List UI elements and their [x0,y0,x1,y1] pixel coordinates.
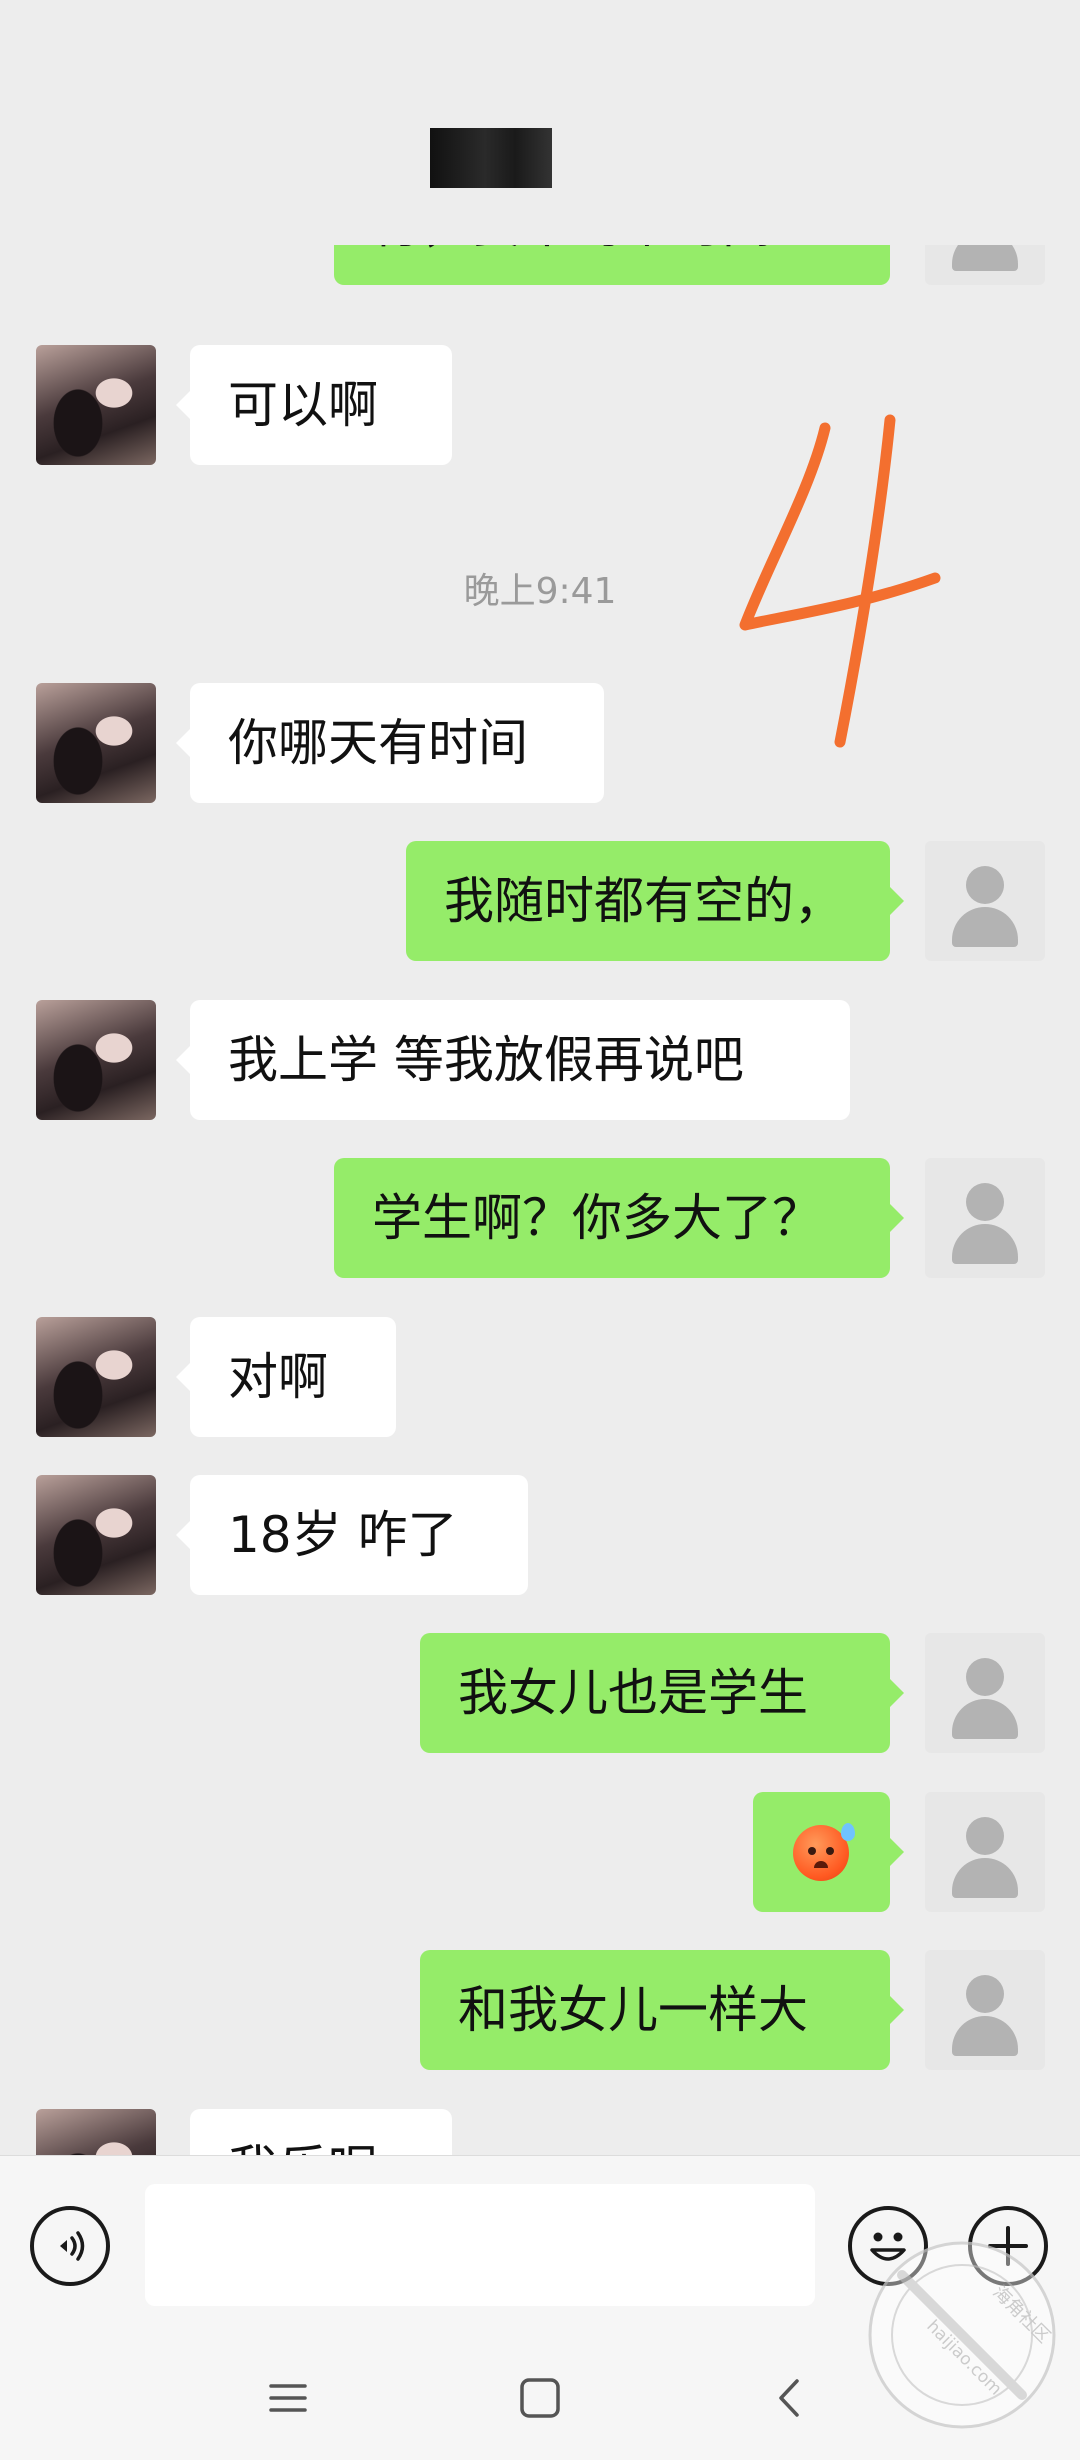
message-row-out: 和我女儿一样大 [0,1950,1080,2070]
message-row-in: 我上学 等我放假再说吧 [0,1000,1080,1120]
message-text: 我随时都有空的， [444,872,844,930]
message-row-in: 对啊 [0,1317,1080,1437]
contact-name-redacted [430,128,552,188]
handwritten-number-annotation [739,414,941,748]
message-bubble-out[interactable]: 行，要不约个时间？ [334,245,890,285]
message-row-in: 18岁 咋了 [0,1475,1080,1595]
watermark-logo: 海角社区 haijiao.com [868,2241,1056,2429]
my-avatar[interactable] [925,1792,1045,1912]
contact-avatar[interactable] [36,1317,156,1437]
message-text: 对啊 [228,1348,328,1406]
message-bubble-out[interactable]: 我女儿也是学生 [420,1633,904,1753]
message-text: 和我女儿一样大 [458,1981,808,2039]
message-text: 18岁 咋了 [228,1506,458,1564]
message-row-out: 学生啊？你多大了？ [0,1158,1080,1278]
menu-icon[interactable] [253,2363,323,2433]
contact-avatar[interactable] [36,1000,156,1120]
contact-avatar[interactable] [36,345,156,465]
my-avatar[interactable] [925,1633,1045,1753]
message-bubble-in[interactable]: 对啊 [176,1317,396,1437]
message-text: 行，要不约个时间？ [372,245,822,254]
message-bubble-in[interactable]: 我上学 等我放假再说吧 [176,1000,850,1120]
message-text: 我上学 等我放假再说吧 [228,1031,744,1089]
chat-header [0,0,1080,245]
message-row-out: 行，要不约个时间？ [0,245,1080,285]
message-row-in: 我乐呢 [0,2109,1080,2155]
message-bubble-in[interactable]: 18岁 咋了 [176,1475,528,1595]
message-text: 可以啊 [228,376,378,434]
message-row-out [0,1792,1080,1912]
sweating-face-emoji-icon [793,1823,855,1881]
contact-avatar[interactable] [36,1475,156,1595]
message-text: 我女儿也是学生 [458,1664,808,1722]
message-text: 学生啊？你多大了？ [372,1189,822,1247]
voice-icon[interactable] [30,2206,110,2286]
message-text-input[interactable] [145,2184,815,2306]
message-text: 你哪天有时间 [228,714,528,772]
my-avatar[interactable] [925,1158,1045,1278]
message-bubble-out[interactable]: 和我女儿一样大 [420,1950,904,2070]
message-bubble-in[interactable]: 我乐呢 [176,2109,452,2155]
message-row-out: 我随时都有空的， [0,841,1080,961]
home-icon[interactable] [505,2363,575,2433]
contact-avatar[interactable] [36,683,156,803]
message-bubble-in[interactable]: 你哪天有时间 [176,683,604,803]
my-avatar[interactable] [925,245,1045,285]
message-row-out: 我女儿也是学生 [0,1633,1080,1753]
message-bubble-out[interactable]: 学生啊？你多大了？ [334,1158,904,1278]
message-bubble-in[interactable]: 可以啊 [176,345,452,465]
my-avatar[interactable] [925,841,1045,961]
message-text: 我乐呢 [228,2140,378,2155]
message-bubble-out-emoji[interactable] [753,1792,904,1912]
contact-avatar[interactable] [36,2109,156,2155]
my-avatar[interactable] [925,1950,1045,2070]
message-bubble-out[interactable]: 我随时都有空的， [406,841,904,961]
back-icon[interactable] [755,2363,825,2433]
